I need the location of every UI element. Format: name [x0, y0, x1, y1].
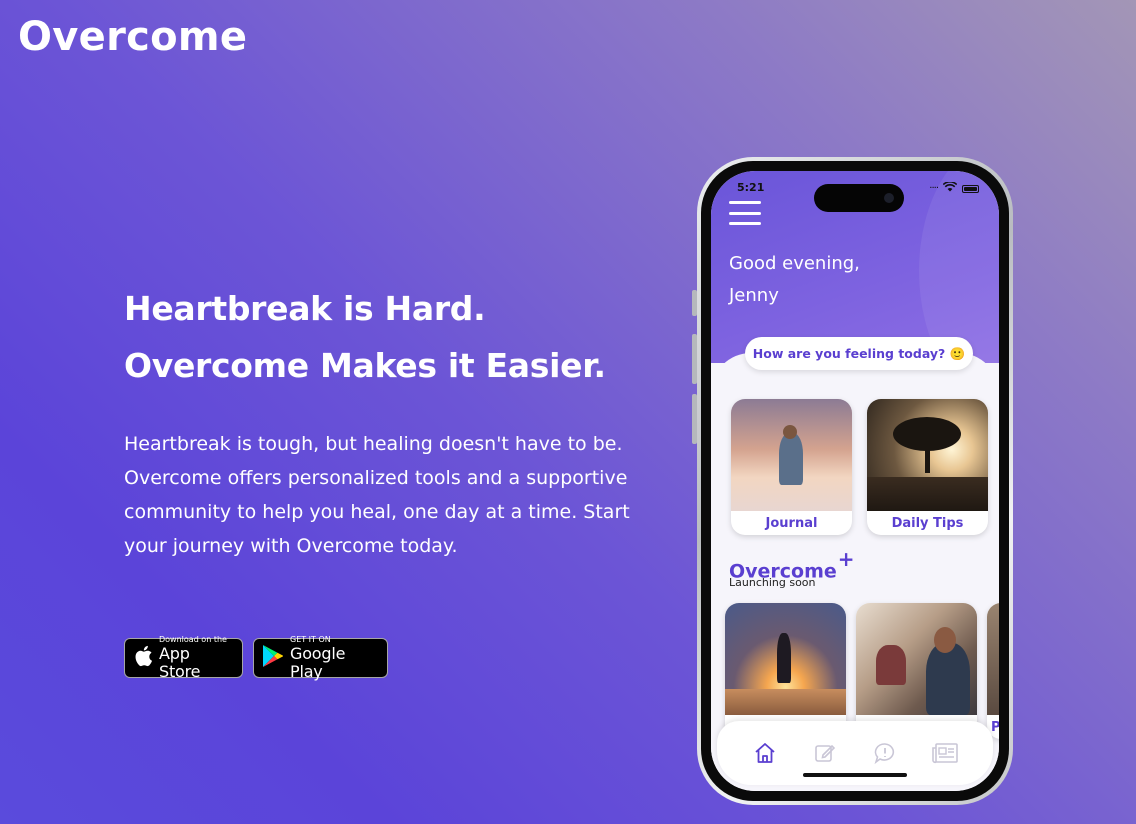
journal-image	[731, 399, 852, 511]
home-icon[interactable]	[751, 739, 779, 767]
chat-alert-icon[interactable]	[871, 739, 899, 767]
status-icons: ····	[929, 181, 979, 195]
hero-description: Heartbreak is tough, but healing doesn't…	[124, 433, 630, 557]
app-store-big-text: App Store	[159, 644, 201, 681]
battery-icon	[962, 184, 979, 193]
google-play-big-text: Google Play	[290, 644, 346, 681]
home-indicator	[803, 773, 907, 777]
launching-soon-text: Launching soon	[729, 576, 816, 589]
brand-logo[interactable]: Overcome	[18, 14, 247, 60]
feeling-prompt-button[interactable]: How are you feeling today? 🙂	[745, 337, 973, 370]
headline-line-1: Heartbreak is Hard.	[124, 289, 486, 328]
partial-card[interactable]: Pr	[987, 603, 999, 739]
camera-icon	[884, 193, 894, 203]
journal-label: Journal	[765, 515, 818, 531]
dynamic-island	[814, 184, 904, 212]
app-store-badge[interactable]: Download on the App Store	[124, 635, 243, 681]
path-image	[725, 603, 846, 715]
edit-icon[interactable]	[811, 739, 839, 767]
greeting-name: Jenny	[729, 285, 779, 306]
greeting: Good evening, Jenny	[729, 248, 860, 312]
wifi-icon	[942, 181, 958, 195]
hamburger-menu-icon[interactable]	[729, 201, 761, 225]
signal-icon: ····	[929, 183, 939, 194]
daily-tips-label: Daily Tips	[891, 515, 964, 531]
community-image	[856, 603, 977, 715]
phone-mockup: 5:21 ···· Good evening, Jenny How are yo…	[697, 157, 1013, 805]
google-play-icon	[262, 644, 284, 672]
greeting-line-1: Good evening,	[729, 253, 860, 274]
daily-tips-image	[867, 399, 988, 511]
path-card[interactable]: Path	[725, 603, 846, 739]
headline-line-2: Overcome Makes it Easier.	[124, 346, 606, 385]
news-icon[interactable]	[931, 739, 959, 767]
phone-screen: 5:21 ···· Good evening, Jenny How are yo…	[711, 171, 999, 791]
daily-tips-card[interactable]: Daily Tips	[867, 399, 988, 535]
hero-headline: Heartbreak is Hard. Overcome Makes it Ea…	[124, 280, 606, 394]
status-time: 5:21	[737, 181, 765, 194]
apple-icon	[133, 644, 153, 672]
journal-card[interactable]: Journal	[731, 399, 852, 535]
google-play-badge[interactable]: GET IT ON Google Play	[253, 635, 388, 681]
community-card[interactable]: Community	[856, 603, 977, 739]
